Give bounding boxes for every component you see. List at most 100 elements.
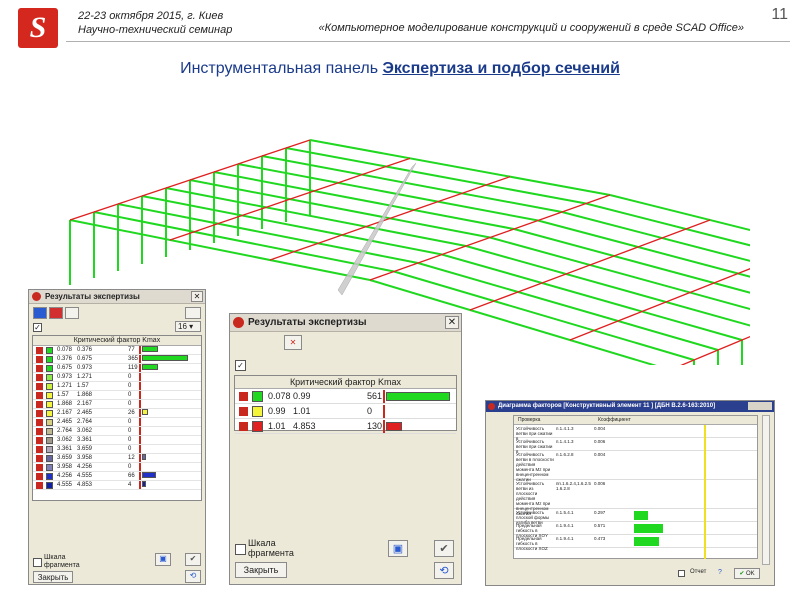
table-row[interactable]: 0.99 1.01 0 [235,404,456,419]
apply-icon-button[interactable]: ▣ [155,553,171,566]
color-swatch[interactable] [252,421,263,432]
color-swatch[interactable] [46,374,53,381]
row-toggle-icon[interactable] [36,365,43,372]
color-swatch[interactable] [46,437,53,444]
purlin [341,226,367,236]
table-row[interactable]: 1.01 4.853 130 [235,419,456,434]
table-row[interactable]: 0.973 1.271 0 [33,373,201,382]
color-swatch[interactable] [46,455,53,462]
table-row[interactable]: 1.271 1.57 0 [33,382,201,391]
export-button[interactable] [185,307,201,319]
count-bar [142,364,158,370]
table-row[interactable]: 0.675 0.973 119 [33,364,201,373]
row-toggle-icon[interactable] [36,464,43,471]
settings-icon-button[interactable]: ⟲ [185,570,201,583]
close-icon[interactable]: ✕ [191,291,203,302]
clear-results-button[interactable]: ✕ [284,335,302,350]
purlin [561,202,587,213]
seminar-label: Научно-технический семинар [78,24,233,36]
show-checkbox[interactable]: ✓ [33,323,42,332]
color-swatch[interactable] [46,419,53,426]
check-icon-button[interactable]: ✔ [185,553,201,566]
row-toggle-icon[interactable] [36,455,43,462]
color-swatch[interactable] [46,464,53,471]
row-toggle-icon[interactable] [36,473,43,480]
row-toggle-icon[interactable] [239,422,248,431]
color-swatch[interactable] [46,356,53,363]
scale-checkbox[interactable] [235,544,246,555]
row-toggle-icon[interactable] [36,437,43,444]
interval-count-select[interactable]: 16 ▾ [175,321,201,332]
row-toggle-icon[interactable] [239,392,248,401]
row-toggle-icon[interactable] [36,446,43,453]
close-button[interactable]: Закрыть [33,571,73,583]
range-to: 3.062 [77,428,93,434]
settings-icon-button[interactable]: ⟲ [434,562,454,579]
color-swatch[interactable] [46,401,53,408]
row-toggle-icon[interactable] [36,482,43,489]
row-toggle-icon[interactable] [36,401,43,408]
show-checkbox[interactable]: ✓ [235,360,246,371]
table-row[interactable]: 1.57 1.868 0 [33,391,201,400]
title-link[interactable]: Экспертиза и подбор сечений [382,60,619,77]
row-toggle-icon[interactable] [36,374,43,381]
color-swatch[interactable] [252,406,263,417]
table-row[interactable]: 3.958 4.256 0 [33,463,201,472]
row-toggle-icon[interactable] [36,356,43,363]
scale-checkbox[interactable] [33,558,42,567]
table-row[interactable]: 3.361 3.659 0 [33,445,201,454]
row-toggle-icon[interactable] [36,419,43,426]
color-swatch[interactable] [46,428,53,435]
table-row[interactable]: Устойчивость ветви в плоскости действия … [514,451,757,482]
table-row[interactable]: 0.078 0.99 561 [235,389,456,404]
table-row[interactable]: 4.555 4.853 4 [33,481,201,490]
table-row[interactable]: 2.465 2.764 0 [33,418,201,427]
table-row[interactable]: Предельная гибкость в плоскости XOY п.1.9… [514,522,757,538]
row-toggle-icon[interactable] [36,347,43,354]
table-row[interactable]: Устойчивость ветви при сжатии в п.1.4.1.3… [514,438,757,454]
row-toggle-icon[interactable] [239,407,248,416]
report-checkbox[interactable] [678,570,685,577]
vertical-scrollbar[interactable] [762,415,770,565]
table-row[interactable]: Устойчивость ветви из плоскости действия… [514,480,757,516]
table-row[interactable]: 0.376 0.675 365 [33,355,201,364]
range-to: 1.01 [293,406,311,416]
purlin [665,291,691,303]
purlin [737,268,750,275]
color-swatch[interactable] [46,347,53,354]
color-swatch[interactable] [46,482,53,489]
color-swatch[interactable] [46,383,53,390]
ok-button[interactable]: ✔ OK [734,568,760,579]
color-swatch[interactable] [46,473,53,480]
table-row[interactable]: 0.078 0.376 77 [33,346,201,355]
table-row[interactable]: 3.062 3.361 0 [33,436,201,445]
table-row[interactable]: Устойчивость ветви при сжатии в п.1.4.1.3… [514,425,757,441]
table-row[interactable]: 2.167 2.465 26 [33,409,201,418]
mode-button-3[interactable] [65,307,79,319]
color-swatch[interactable] [252,391,263,402]
close-icon[interactable]: ✕ [445,316,459,329]
mode-button-1[interactable] [33,307,47,319]
mode-button-2[interactable] [49,307,63,319]
table-row[interactable]: 3.659 3.958 12 [33,454,201,463]
table-row[interactable]: 2.764 3.062 0 [33,427,201,436]
color-swatch[interactable] [46,392,53,399]
color-swatch[interactable] [46,410,53,417]
app-icon [233,317,244,328]
color-swatch[interactable] [46,446,53,453]
color-swatch[interactable] [46,365,53,372]
window-controls[interactable] [748,402,772,410]
event-date: 22-23 октября 2015, г. Киев [78,10,224,22]
table-row[interactable]: Устойчивость плоской формы изгиба ветви п… [514,509,757,525]
row-toggle-icon[interactable] [36,383,43,390]
help-icon[interactable]: ? [718,569,726,578]
row-toggle-icon[interactable] [36,428,43,435]
table-row[interactable]: 4.256 4.555 66 [33,472,201,481]
check-icon-button[interactable]: ✔ [434,540,454,557]
row-toggle-icon[interactable] [36,410,43,417]
apply-icon-button[interactable]: ▣ [388,540,408,557]
close-button[interactable]: Закрыть [235,562,287,578]
table-row[interactable]: 1.868 2.167 0 [33,400,201,409]
table-row[interactable]: Предельная гибкость в плоскости XOZ п.1.9… [514,535,757,551]
row-toggle-icon[interactable] [36,392,43,399]
